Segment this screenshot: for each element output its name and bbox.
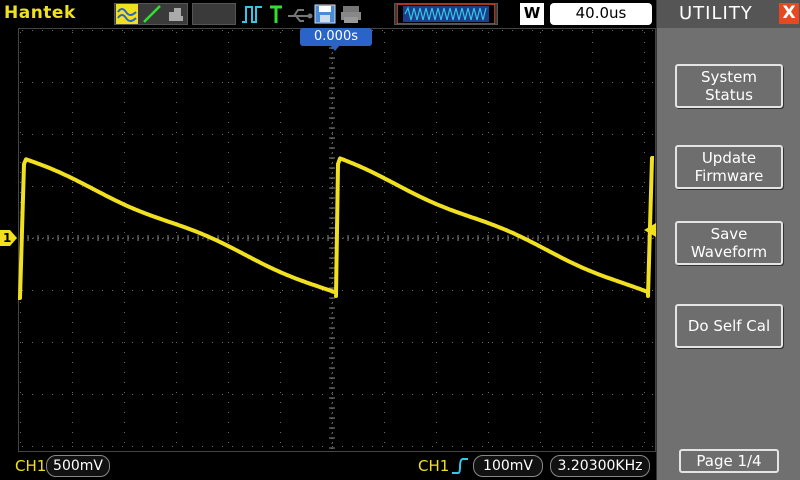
time-offset-marker[interactable]: 0.000s (300, 28, 372, 46)
update-firmware-button[interactable]: Update Firmware (675, 145, 783, 189)
save-waveform-button[interactable]: Save Waveform (675, 221, 783, 265)
print-icon (340, 4, 362, 24)
button-label-line1: System (701, 68, 757, 86)
ch1-trace (18, 156, 654, 300)
close-icon[interactable]: X (779, 3, 799, 24)
trigger-source-label: CH1 (418, 457, 450, 475)
pattern-icon (166, 4, 186, 24)
timebase-value: 40.0us (550, 3, 652, 25)
button-label-line1: Update (701, 149, 757, 167)
button-label-line1: Save (710, 225, 748, 243)
rising-edge-icon (451, 457, 469, 479)
run-pulse-icon (240, 4, 264, 24)
blank-slot (192, 3, 236, 25)
memory-waveform-icon (397, 4, 495, 24)
button-label-line1: Do Self Cal (687, 317, 771, 335)
trigger-level[interactable]: 100mV (473, 455, 543, 477)
menu-title: UTILITY (679, 3, 753, 24)
do-self-cal-button[interactable]: Do Self Cal (675, 304, 783, 348)
waveform-icon (116, 4, 138, 24)
ch1-ground-marker[interactable]: 1 (0, 230, 18, 246)
waveform-display (18, 28, 656, 452)
page-indicator-button[interactable]: Page 1/4 (679, 449, 779, 473)
save-icon (314, 4, 336, 24)
button-label-line2: Status (705, 86, 753, 104)
trigger-icon (268, 4, 284, 24)
ch1-marker-label: 1 (3, 231, 12, 245)
frequency-readout: 3.20300KHz (550, 455, 650, 477)
button-label-line2: Firmware (694, 167, 764, 185)
time-offset-pointer (330, 45, 340, 51)
trigger-level-marker[interactable] (644, 222, 656, 237)
usb-icon (286, 4, 314, 24)
utility-menu-panel: UTILITY X System Status Update Firmware … (656, 0, 800, 480)
bottom-status-bar: CH1 500mV CH1 100mV 3.20300KHz (0, 452, 656, 480)
timebase-mode: W (520, 3, 544, 25)
slope-icon (141, 4, 163, 24)
ch1-label: CH1 (15, 457, 47, 475)
graticule (18, 28, 656, 452)
system-status-button[interactable]: System Status (675, 64, 783, 108)
top-status-bar: Hantek W 40.0us (0, 0, 656, 28)
button-label-line2: Waveform (690, 243, 768, 261)
ch1-scale[interactable]: 500mV (46, 455, 110, 477)
brand-logo: Hantek (4, 3, 76, 23)
